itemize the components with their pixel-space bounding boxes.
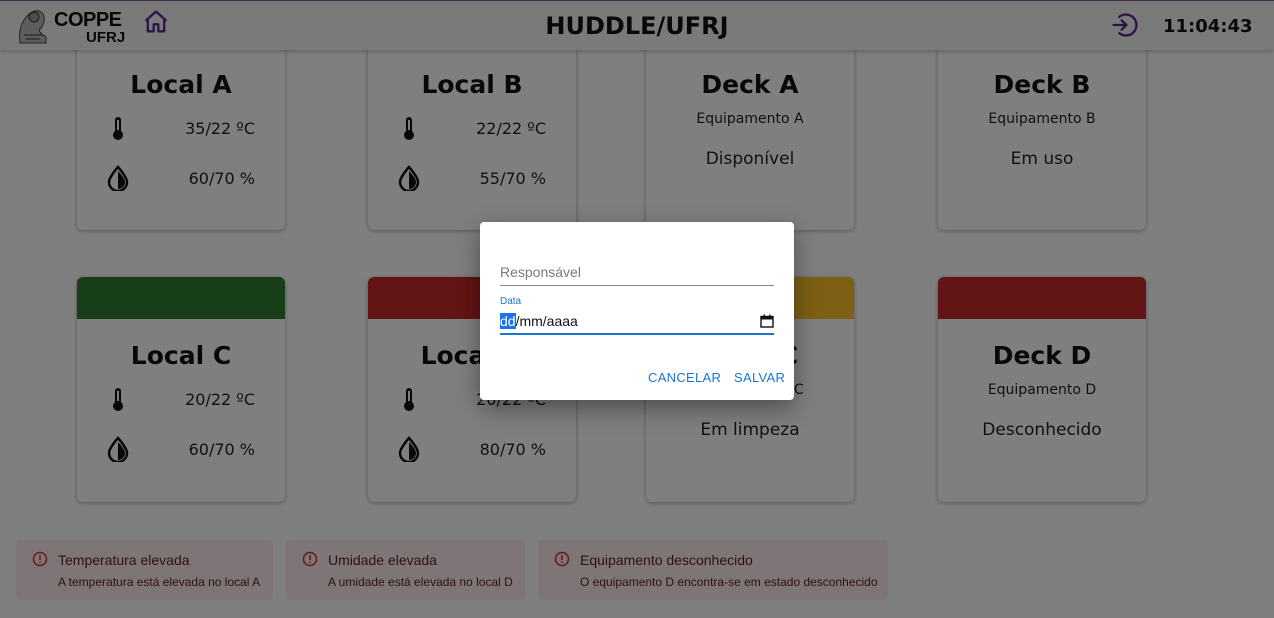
- reservation-dialog: Data dd/mm/aaaa CANCELAR SALVAR: [480, 222, 794, 400]
- date-day-segment[interactable]: dd: [500, 313, 516, 329]
- date-label: Data: [500, 296, 522, 307]
- save-button[interactable]: SALVAR: [734, 370, 785, 385]
- date-input[interactable]: dd/mm/aaaa: [500, 313, 578, 329]
- calendar-icon[interactable]: [760, 314, 774, 328]
- responsible-input[interactable]: [500, 264, 774, 280]
- date-rest-segment[interactable]: /mm/aaaa: [516, 313, 578, 329]
- responsible-field[interactable]: [500, 262, 774, 286]
- cancel-button[interactable]: CANCELAR: [648, 370, 721, 385]
- date-field[interactable]: dd/mm/aaaa: [500, 312, 774, 335]
